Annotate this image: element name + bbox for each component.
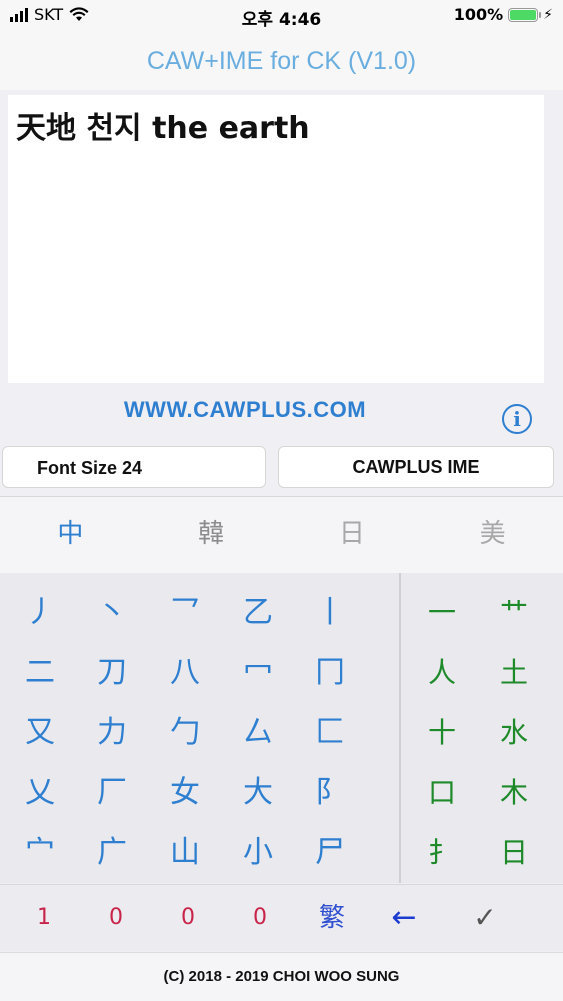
stroke-key[interactable]: 匚 [300,705,360,761]
stroke-key[interactable]: 二 [10,645,70,701]
stroke-key[interactable]: 尸 [300,825,360,881]
radical-key[interactable]: 艹 [484,585,544,641]
stroke-key[interactable]: 乂 [10,765,70,821]
stroke-key[interactable]: 力 [82,705,142,761]
stroke-key[interactable]: 阝 [300,765,360,821]
language-tabs: 中 韓 日 美 [0,496,563,573]
radical-key[interactable]: 木 [484,765,544,821]
stroke-key[interactable]: 又 [10,705,70,761]
battery-icon [508,7,542,22]
stroke-key[interactable]: 丿 [10,585,70,641]
battery-percent: 100% [453,5,504,24]
radical-key[interactable]: 日 [484,825,544,881]
digit-key[interactable]: 0 [158,885,218,951]
charging-icon: ⚡ [543,6,553,23]
tab-japanese[interactable]: 日 [282,497,423,573]
backspace-icon[interactable]: ← [374,885,434,951]
status-bar: SKT 오후 4:46 100% ⚡ [0,0,563,32]
stroke-key[interactable]: 厶 [228,705,288,761]
stroke-key[interactable]: 山 [155,825,215,881]
stroke-key[interactable]: 冖 [228,645,288,701]
stroke-key[interactable]: 大 [228,765,288,821]
battery-level [510,9,537,20]
stroke-key[interactable]: 宀 [10,825,70,881]
stroke-key[interactable]: 厂 [82,765,142,821]
radical-key[interactable]: 扌 [412,825,472,881]
radical-keyboard: 丿丶乛乙丨二刀八冖冂又力勹厶匚乂厂女大阝宀广山小尸 一艹人土十水口木扌日 [0,573,563,883]
stroke-key[interactable]: 广 [82,825,142,881]
stroke-key[interactable]: 小 [228,825,288,881]
tab-english[interactable]: 美 [422,497,563,573]
radical-key[interactable]: 十 [412,705,472,761]
font-size-button[interactable]: Font Size 24 [2,446,266,488]
stroke-key[interactable]: 女 [155,765,215,821]
radical-key[interactable]: 一 [412,585,472,641]
digit-key[interactable]: 1 [14,885,74,951]
stroke-key[interactable]: 丶 [82,585,142,641]
radical-key[interactable]: 口 [412,765,472,821]
digit-key[interactable]: 0 [86,885,146,951]
text-editor[interactable]: 天地 천지 the earth [8,95,544,383]
stroke-key[interactable]: 丨 [300,585,360,641]
stroke-key[interactable]: 乙 [228,585,288,641]
stroke-key[interactable]: 刀 [82,645,142,701]
ime-button[interactable]: CAWPLUS IME [278,446,554,488]
stroke-key[interactable]: 勹 [155,705,215,761]
traditional-toggle-key[interactable]: 繁 [302,885,362,951]
copyright-footer: (C) 2018 - 2019 CHOI WOO SUNG [0,952,563,1001]
radical-key[interactable]: 土 [484,645,544,701]
app-title: CAW+IME for CK (V1.0) [0,32,563,90]
stroke-key[interactable]: 冂 [300,645,360,701]
digit-key[interactable]: 0 [230,885,290,951]
radical-key[interactable]: 人 [412,645,472,701]
tab-korean[interactable]: 韓 [141,497,282,573]
status-right: 100% ⚡ [454,5,553,24]
keyboard-bottom-row: 1 0 0 0 繁 ← ✓ [0,884,563,951]
stroke-key[interactable]: 乛 [155,585,215,641]
stroke-key[interactable]: 八 [155,645,215,701]
tab-chinese[interactable]: 中 [0,497,141,573]
website-link[interactable]: WWW.CAWPLUS.COM [0,397,490,423]
checkmark-icon[interactable]: ✓ [455,885,515,951]
keyboard-divider [399,573,401,883]
radical-key[interactable]: 水 [484,705,544,761]
info-icon[interactable]: i [502,404,532,434]
